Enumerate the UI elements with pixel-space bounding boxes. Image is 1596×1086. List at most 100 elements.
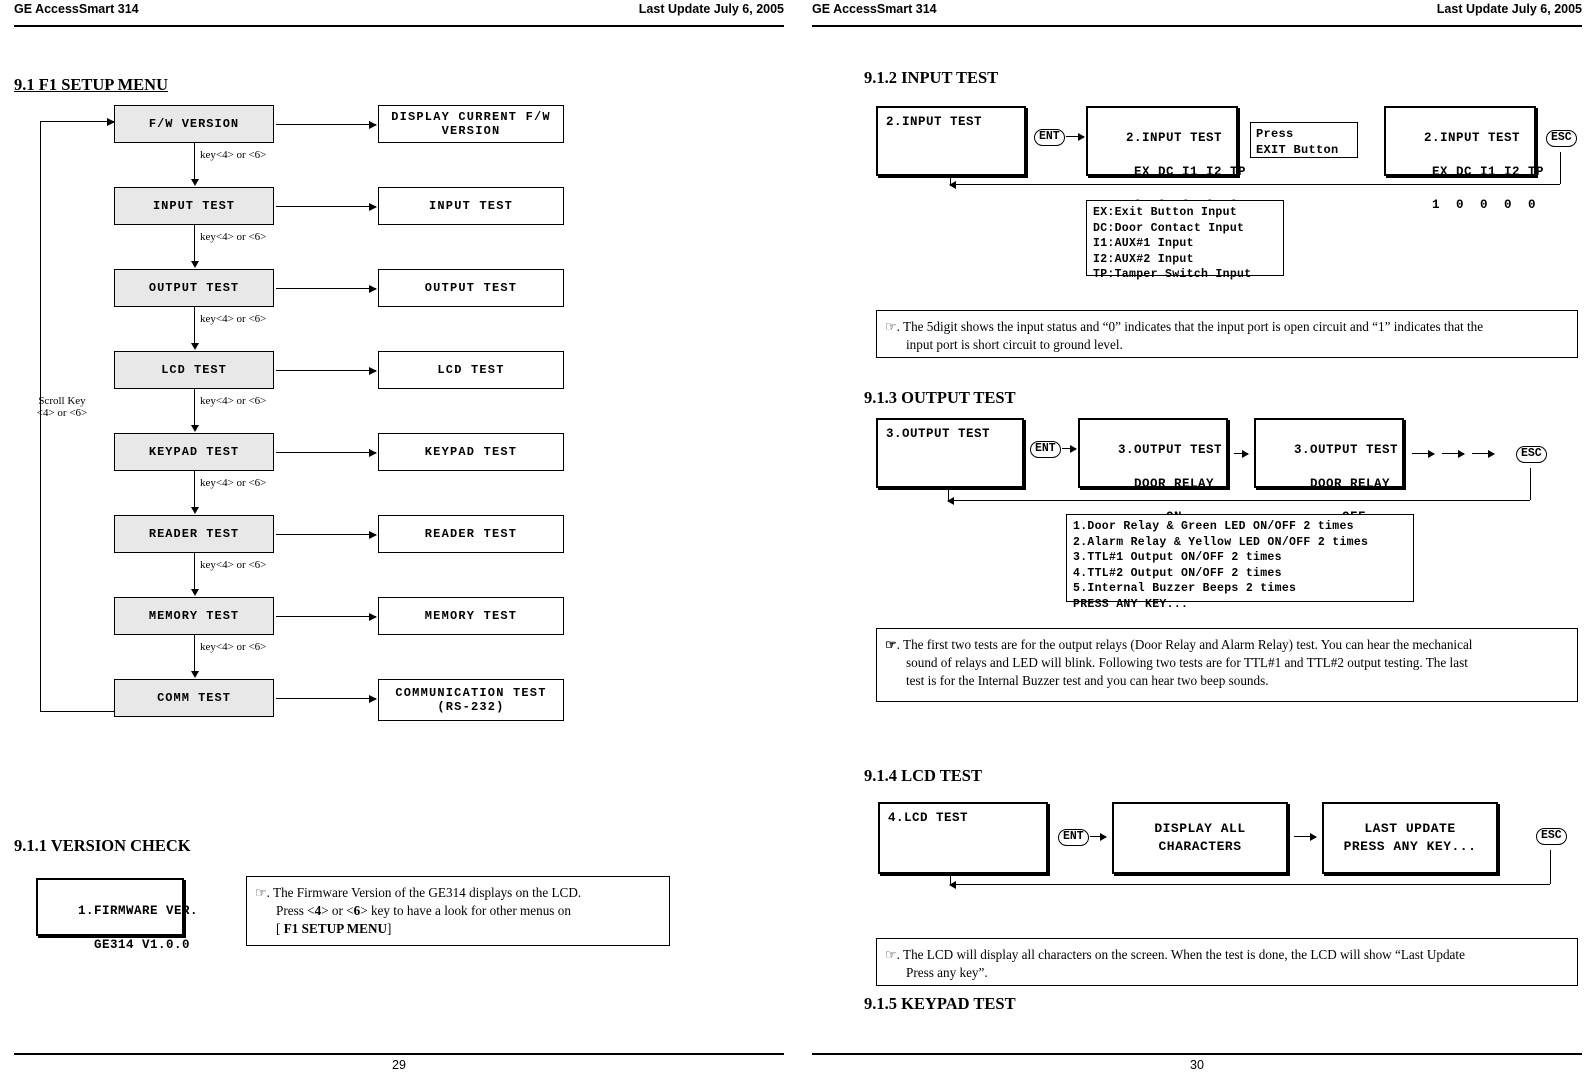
flow-key-label-0: key<4> or <6> [200,149,267,161]
footer-page-number: 29 [392,1058,406,1072]
output-legend-box: 1.Door Relay & Green LED ON/OFF 2 times … [1066,514,1414,611]
input-feedback-line [949,181,1560,189]
lcd-note-line2: Press any key”. [906,964,988,980]
output-arrow-4 [1442,450,1465,458]
input-test-box-3: 2.INPUT TEST EX DC I1 I2 TP 1 0 0 0 0 [1384,106,1544,212]
version-note-line2: Press <4> or <6> key to have a look for … [276,902,571,918]
output-arrow-1 [1062,445,1077,453]
flow-menu-box-1: INPUT TEST [114,187,274,225]
output-box2-line1: 3.OUTPUT TEST [1118,442,1223,457]
ent-key-icon[interactable]: ENT [1030,441,1061,458]
flow-key-label-5: key<4> or <6> [200,559,267,571]
flow-connector-6 [191,635,199,678]
input-box3-line3: 1 0 0 0 0 [1424,198,1537,213]
version-note-line1: . The Firmware Version of the GE314 disp… [266,885,582,900]
header-product-name: GE AccessSmart 314 [812,2,937,16]
flow-connector-5 [191,553,199,596]
flow-connector-1 [191,225,199,268]
f1-setup-menu-flow-diagram: Scroll Key <4> or <6> F/W VERSION DISPLA… [14,105,784,765]
header-last-update: Last Update July 6, 2005 [1436,2,1582,16]
footer-rule [14,1053,784,1055]
flow-menu-box-7: COMM TEST [114,679,274,717]
header-rule [812,25,1582,27]
input-legend-box: EX:Exit Button Input DC:Door Contact Inp… [1086,200,1284,281]
version-check-note: ☞. The Firmware Version of the GE314 dis… [246,876,670,946]
output-test-note: ☞. The first two tests are for the outpu… [876,628,1578,702]
page-right: GE AccessSmart 314 Last Update July 6, 2… [798,0,1596,1086]
flow-menu-box-2: OUTPUT TEST [114,269,274,307]
lcd-arrow-1 [1090,833,1107,841]
lcd-note-line1: . The LCD will display all characters on… [896,947,1465,962]
flow-result-box-2: OUTPUT TEST [378,269,564,307]
lcd-feedback-right [1550,850,1551,884]
flow-result-box-3: LCD TEST [378,351,564,389]
input-note-line1: . The 5digit shows the input status and … [896,319,1484,334]
esc-key-icon[interactable]: ESC [1546,130,1577,147]
lcd-test-box-2: DISPLAY ALL CHARACTERS [1112,802,1288,874]
flow-key-label-6: key<4> or <6> [200,641,267,653]
output-arrow-2 [1234,450,1249,458]
flow-result-box-5: READER TEST [378,515,564,553]
output-feedback-left [948,488,949,501]
flow-arrow-3 [276,366,377,375]
esc-key-icon[interactable]: ESC [1536,828,1567,845]
ent-key-icon[interactable]: ENT [1058,829,1089,846]
flow-connector-4 [191,471,199,514]
flow-menu-box-5: READER TEST [114,515,274,553]
input-arrow-1 [1066,133,1085,141]
right-page-footer: 30 [812,1053,1582,1072]
pointing-hand-icon: ☞ [885,637,897,652]
footer-page-number: 30 [1190,1058,1204,1072]
flow-result-box-0: DISPLAY CURRENT F/W VERSION [378,105,564,143]
right-page-header: GE AccessSmart 314 Last Update July 6, 2… [812,2,1582,24]
esc-key-icon[interactable]: ESC [1516,446,1547,463]
output-test-box-1: 3.OUTPUT TEST [876,418,1024,488]
flow-menu-box-4: KEYPAD TEST [114,433,274,471]
flow-loop-top-arrow [98,117,115,126]
section-title-9-1-2: 9.1.2 INPUT TEST [864,68,999,87]
lcd-test-box-1: 4.LCD TEST [878,802,1048,874]
flow-arrow-4 [276,448,377,457]
flow-result-box-6: MEMORY TEST [378,597,564,635]
flow-arrow-5 [276,530,377,539]
ent-key-icon[interactable]: ENT [1034,129,1065,146]
input-box3-line1: 2.INPUT TEST [1424,130,1521,145]
flow-arrow-6 [276,612,377,621]
flow-arrow-2 [276,284,377,293]
input-test-note: ☞. The 5digit shows the input status and… [876,310,1578,358]
flow-result-box-4: KEYPAD TEST [378,433,564,471]
firmware-version-lcd: 1.FIRMWARE VER. GE314 V1.0.0 [36,878,198,952]
output-box3-line2: DOOR RELAY [1294,476,1391,491]
lcd-feedback-line [949,881,1550,889]
output-feedback-right [1530,468,1531,500]
left-page-footer: 29 [14,1053,784,1072]
pointing-hand-icon: ☞ [255,885,267,900]
press-exit-button-box: Press EXIT Button [1250,122,1358,158]
flow-result-box-1: INPUT TEST [378,187,564,225]
flow-arrow-0 [276,120,377,129]
pointing-hand-icon: ☞ [885,947,897,962]
output-note-line3: test is for the Internal Buzzer test and… [906,672,1269,688]
output-feedback-line [947,497,1530,505]
flow-loop-bottom-line [40,711,114,712]
input-box2-line2: EX DC I1 I2 TP [1126,164,1247,179]
section-title-9-1-5: 9.1.5 KEYPAD TEST [864,994,1016,1013]
flow-connector-2 [191,307,199,350]
header-rule [14,25,784,27]
output-box3-line1: 3.OUTPUT TEST [1294,442,1399,457]
flow-key-label-3: key<4> or <6> [200,395,267,407]
pointing-hand-icon: ☞ [885,319,897,334]
output-arrow-5 [1472,450,1495,458]
flow-connector-0 [191,143,199,186]
page-left: GE AccessSmart 314 Last Update July 6, 2… [0,0,798,1086]
flow-connector-3 [191,389,199,432]
header-product-name: GE AccessSmart 314 [14,2,139,16]
lcd-feedback-left [950,872,951,885]
section-title-9-1-1: 9.1.1 VERSION CHECK [14,836,191,855]
version-note-line3: [ F1 SETUP MENU] [276,920,392,936]
header-last-update: Last Update July 6, 2005 [638,2,784,16]
output-box2-line2: DOOR RELAY [1118,476,1215,491]
input-feedback-left [950,176,951,185]
input-note-line2: input port is short circuit to ground le… [906,336,1123,352]
output-note-line1: . The first two tests are for the output… [896,637,1473,652]
